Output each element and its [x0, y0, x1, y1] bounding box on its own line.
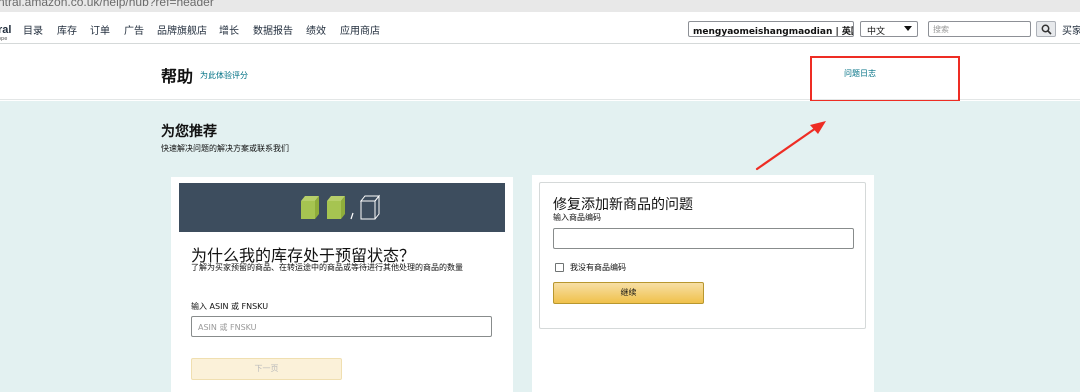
nav-item-advertising[interactable]: 广告: [124, 22, 144, 37]
reserved-inventory-card: 为什么我的库存处于预留状态？ 了解为买家预留的商品、在转运途中的商品或等待进行其…: [171, 177, 513, 392]
card-title: 修复添加新商品的问题: [553, 197, 693, 213]
annotation-arrow-icon: [755, 121, 826, 171]
recommendations-subtitle: 快速解决问题的解决方案或联系我们: [161, 144, 289, 153]
language-value: 中文: [867, 27, 886, 37]
boxes-illustration-icon: [301, 194, 381, 220]
asin-fnsku-input[interactable]: ASIN 或 FNSKU: [191, 316, 492, 337]
search-icon: [1041, 24, 1052, 35]
nav-item-performance[interactable]: 绩效: [306, 22, 326, 37]
page-title: 帮助: [161, 67, 194, 86]
nav-item-reports[interactable]: 数据报告: [253, 22, 293, 37]
buyer-link[interactable]: 买家: [1062, 22, 1080, 37]
no-product-id-label[interactable]: 我没有商品编码: [570, 262, 626, 273]
no-product-id-checkbox[interactable]: [555, 263, 564, 272]
url-text: ntral.amazon.co.uk/help/hub?ref=header: [0, 0, 214, 9]
top-navigation: ral ope 目录 库存 订单 广告 品牌旗舰店 增长 数据报告 绩效 应用商…: [0, 12, 1080, 44]
nav-item-catalog[interactable]: 目录: [23, 22, 43, 37]
nav-item-appstore[interactable]: 应用商店: [340, 22, 380, 37]
annotation-highlight-box: [810, 56, 960, 102]
chevron-down-icon: [904, 26, 912, 31]
logo-text: ral: [0, 24, 12, 36]
product-id-input[interactable]: [553, 228, 854, 249]
browser-url-bar[interactable]: ntral.amazon.co.uk/help/hub?ref=header: [0, 0, 1080, 12]
card-banner: [179, 183, 505, 232]
continue-button[interactable]: 继续: [553, 282, 704, 304]
card-description: 了解为买家预留的商品、在转运途中的商品或等待进行其他处理的商品的数量: [191, 263, 463, 272]
logo-subtext: ope: [0, 36, 8, 42]
recommendations-section: 为您推荐 快速解决问题的解决方案或联系我们 为什么我的库存处于预留状态？ 了解为…: [0, 101, 1080, 392]
recommendations-title: 为您推荐: [161, 124, 217, 140]
nav-item-orders[interactable]: 订单: [90, 22, 110, 37]
store-selector[interactable]: mengyaomeishangmaodian | 英国: [688, 21, 854, 37]
asin-fnsku-label: 输入 ASIN 或 FNSKU: [191, 302, 269, 311]
next-page-button[interactable]: 下一页: [191, 358, 342, 380]
fix-listing-panel: 修复添加新商品的问题 输入商品编码 我没有商品编码 继续: [539, 182, 866, 329]
product-id-label: 输入商品编码: [553, 213, 601, 222]
language-select[interactable]: 中文: [860, 21, 918, 37]
nav-item-brand-store[interactable]: 品牌旗舰店: [157, 22, 207, 37]
nav-item-growth[interactable]: 增长: [219, 22, 239, 37]
rate-experience-link[interactable]: 为此体验评分: [200, 70, 248, 81]
nav-item-inventory[interactable]: 库存: [57, 22, 77, 37]
fix-listing-card: 修复添加新商品的问题 输入商品编码 我没有商品编码 继续: [532, 175, 874, 392]
search-button[interactable]: [1036, 21, 1056, 37]
seller-central-logo[interactable]: ral ope: [0, 20, 14, 42]
search-input[interactable]: 搜索: [928, 21, 1031, 37]
